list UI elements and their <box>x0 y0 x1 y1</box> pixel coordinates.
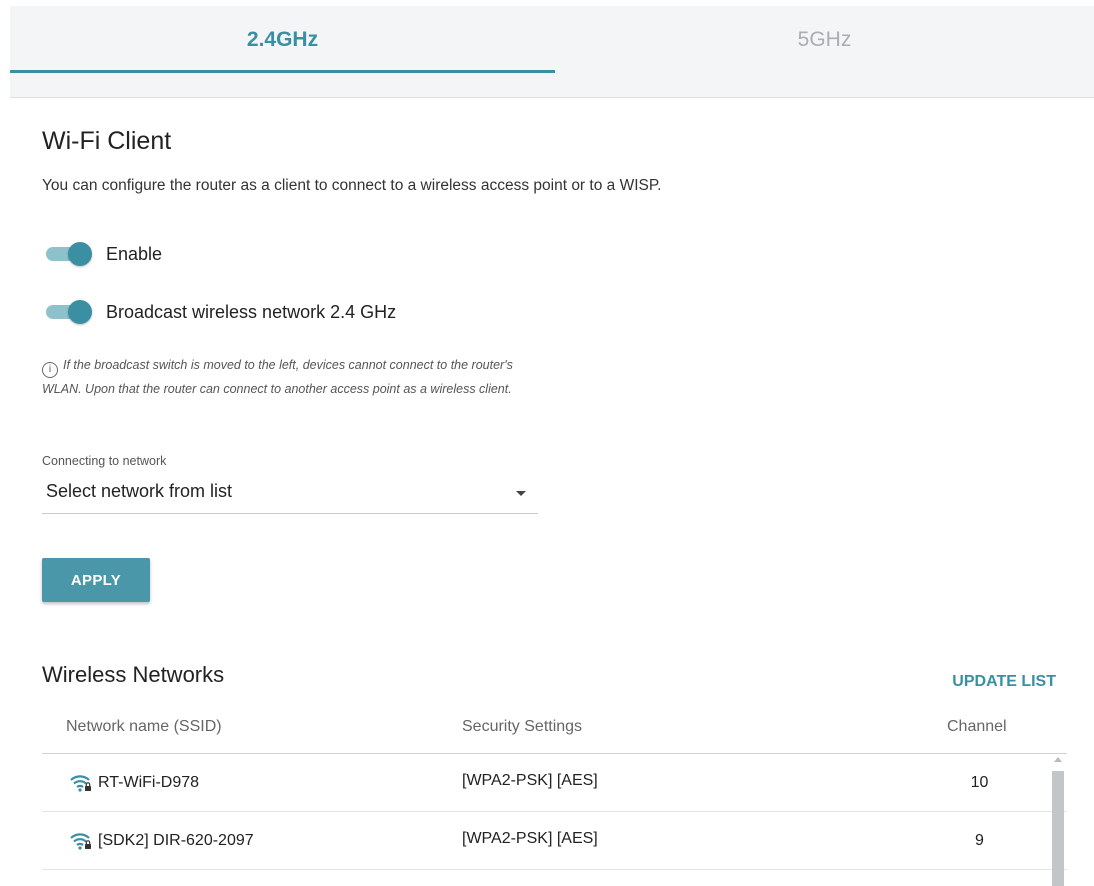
column-header-channel: Channel <box>947 718 1007 735</box>
page-description: You can configure the router as a client… <box>42 177 662 194</box>
ssid-text: [SDK2] DIR-620-2097 <box>98 832 254 849</box>
network-select-value: Select network from list <box>46 481 233 501</box>
toggle-knob <box>68 242 92 266</box>
apply-button[interactable]: APPLY <box>42 558 150 602</box>
info-icon: i <box>42 362 58 378</box>
channel-cell: 10 <box>970 774 989 791</box>
broadcast-note: i If the broadcast switch is moved to the… <box>42 354 552 401</box>
column-header-ssid: Network name (SSID) <box>66 718 222 735</box>
security-cell: [WPA2-PSK] [AES] <box>462 830 598 847</box>
tab-5ghz[interactable]: 5GHz <box>555 6 1094 74</box>
ssid-text: RT-WiFi-D978 <box>98 774 200 791</box>
tab-2-4ghz[interactable]: 2.4GHz <box>10 6 555 74</box>
scroll-up-icon[interactable] <box>1054 757 1062 762</box>
table-header: Network name (SSID) Security Settings Ch… <box>42 706 1067 754</box>
wireless-networks-table: Network name (SSID) Security Settings Ch… <box>42 706 1067 870</box>
wireless-networks-title: Wireless Networks <box>42 662 225 687</box>
ssid-cell: RT-WiFi-D978 <box>70 774 199 792</box>
enable-row: Enable <box>44 242 162 266</box>
network-select[interactable]: Select network from list <box>42 474 538 514</box>
broadcast-toggle[interactable] <box>44 300 94 324</box>
update-list-button[interactable]: UPDATE LIST <box>952 673 1056 691</box>
wifi-lock-icon <box>70 833 91 850</box>
security-cell: [WPA2-PSK] [AES] <box>462 772 598 789</box>
channel-cell: 9 <box>975 832 984 849</box>
band-tabs: 2.4GHz 5GHz <box>10 6 1094 98</box>
table-row[interactable]: RT-WiFi-D978 [WPA2-PSK] [AES] 10 <box>42 754 1067 812</box>
toggle-knob <box>68 300 92 324</box>
scrollbar-thumb[interactable] <box>1052 771 1064 886</box>
note-text: If the broadcast switch is moved to the … <box>42 358 513 396</box>
network-select-label: Connecting to network <box>42 454 167 468</box>
broadcast-row: Broadcast wireless network 2.4 GHz <box>44 300 396 324</box>
page-title: Wi-Fi Client <box>42 127 172 155</box>
table-row[interactable]: [SDK2] DIR-620-2097 [WPA2-PSK] [AES] 9 <box>42 812 1067 870</box>
ssid-cell: [SDK2] DIR-620-2097 <box>70 832 254 850</box>
enable-toggle[interactable] <box>44 242 94 266</box>
wifi-lock-icon <box>70 775 91 792</box>
active-tab-indicator <box>10 70 555 73</box>
broadcast-label: Broadcast wireless network 2.4 GHz <box>106 301 397 322</box>
enable-label: Enable <box>106 243 163 264</box>
chevron-down-icon <box>516 491 526 496</box>
table-scrollbar[interactable] <box>1052 755 1064 886</box>
column-header-security: Security Settings <box>462 718 583 735</box>
